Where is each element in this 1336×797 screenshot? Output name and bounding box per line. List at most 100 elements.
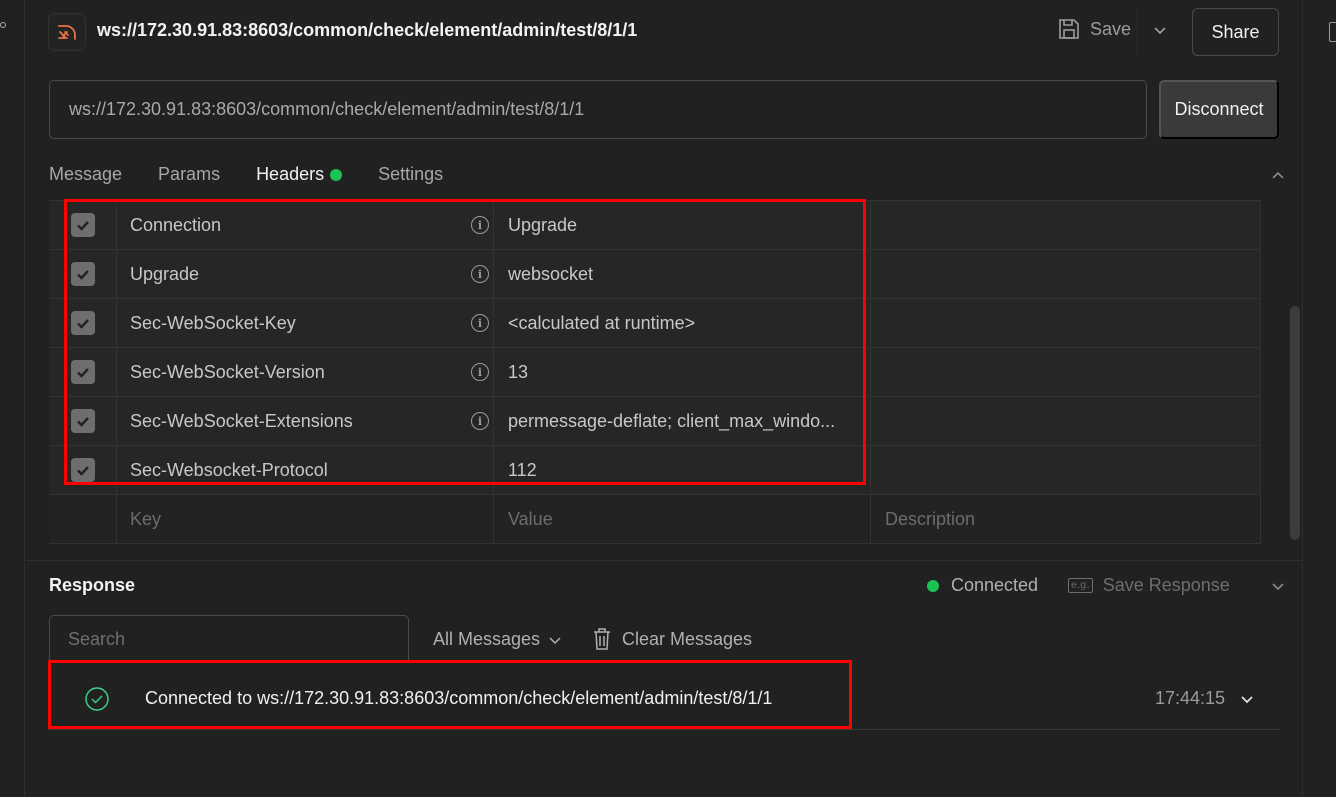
checkbox-cell: [49, 348, 117, 396]
header-checkbox[interactable]: [70, 458, 95, 482]
checkbox-cell: [49, 250, 117, 298]
header-description-cell[interactable]: [871, 446, 1261, 494]
header-value: permessage-deflate; client_max_windo...: [508, 410, 836, 431]
header-key-cell[interactable]: Sec-WebSocket-Key i: [117, 299, 494, 347]
info-icon[interactable]: i: [471, 265, 489, 283]
header-value: websocket: [508, 263, 594, 284]
save-button[interactable]: Save: [1058, 18, 1131, 40]
documentation-icon[interactable]: [1329, 22, 1336, 42]
response-chevron-down-icon[interactable]: [1270, 578, 1286, 599]
header-value: 112: [508, 459, 537, 480]
response-divider[interactable]: [26, 560, 1302, 561]
info-icon[interactable]: i: [471, 216, 489, 234]
response-title: Response: [49, 575, 136, 595]
search-input[interactable]: Search: [49, 615, 409, 663]
tab-headers[interactable]: Headers: [256, 164, 343, 185]
search-placeholder: Search: [68, 629, 126, 649]
header-value-cell[interactable]: 13: [494, 348, 871, 396]
expand-chevron-down-icon[interactable]: [1239, 691, 1255, 712]
header-key-cell[interactable]: Sec-WebSocket-Version i: [117, 348, 494, 396]
header-value-cell[interactable]: permessage-deflate; client_max_windo...: [494, 397, 871, 445]
header-key-cell[interactable]: Upgrade i: [117, 250, 494, 298]
header-key: Sec-Websocket-Protocol: [130, 459, 328, 480]
save-response-label: Save Response: [1102, 575, 1230, 595]
websocket-request-icon: [48, 13, 86, 51]
header-key-cell[interactable]: Sec-WebSocket-Extensions i: [117, 397, 494, 445]
header-checkbox[interactable]: [70, 409, 95, 433]
checkmark-icon: [76, 368, 89, 378]
success-check-icon: [85, 687, 109, 716]
headers-table: Connection i Upgrade Upgrade i websocket Sec-W…: [49, 200, 1261, 544]
message-time: 17:44:15: [1155, 688, 1226, 708]
message-text: Connected to ws://172.30.91.83:8603/comm…: [145, 688, 773, 708]
checkmark-icon: [76, 319, 89, 329]
url-input[interactable]: ws://172.30.91.83:8603/common/check/elem…: [49, 80, 1147, 139]
header-key: Sec-WebSocket-Key: [130, 312, 296, 333]
header-description-cell[interactable]: [871, 348, 1261, 396]
connected-dot-icon: [927, 579, 939, 592]
checkbox-cell: [49, 299, 117, 347]
header-value: Upgrade: [508, 214, 578, 235]
clear-messages-button[interactable]: Clear Messages: [592, 627, 752, 651]
new-header-row: Key Value Description: [49, 495, 1261, 544]
tab-settings[interactable]: Settings: [378, 164, 443, 185]
header-description-cell[interactable]: [871, 397, 1261, 445]
header-value: <calculated at runtime>: [508, 312, 696, 333]
header-value-cell[interactable]: 112: [494, 446, 871, 494]
description-input[interactable]: Description: [871, 495, 1261, 543]
info-icon[interactable]: i: [471, 314, 489, 332]
header-key: Sec-WebSocket-Extensions: [130, 410, 353, 431]
message-row[interactable]: Connected to ws://172.30.91.83:8603/comm…: [49, 664, 1279, 730]
right-sidebar: [1302, 0, 1336, 797]
status-label: Connected: [951, 575, 1039, 595]
header-checkbox[interactable]: [70, 262, 95, 286]
header-value-cell[interactable]: websocket: [494, 250, 871, 298]
checkbox-cell: [49, 446, 117, 494]
collapse-chevron-up-icon[interactable]: [1270, 168, 1286, 189]
key-placeholder: Key: [130, 508, 162, 529]
trash-icon: [594, 628, 610, 650]
header-checkbox[interactable]: [70, 311, 95, 335]
key-input[interactable]: Key: [117, 495, 494, 543]
share-button[interactable]: Share: [1192, 8, 1279, 56]
example-icon: e.g.: [1068, 578, 1093, 593]
header-key: Upgrade: [130, 263, 200, 284]
header-description-cell[interactable]: [871, 250, 1261, 298]
header-value: 13: [508, 361, 529, 382]
header-row: Sec-WebSocket-Version i 13: [49, 348, 1261, 397]
header-row: Connection i Upgrade: [49, 201, 1261, 250]
header-checkbox[interactable]: [70, 360, 95, 384]
header-key: Sec-WebSocket-Version: [130, 361, 325, 382]
save-icon: [1059, 19, 1079, 39]
left-sidebar: [0, 0, 25, 797]
checkbox-cell: [49, 495, 117, 543]
checkmark-icon: [76, 417, 89, 427]
disconnect-button[interactable]: Disconnect: [1159, 80, 1279, 139]
info-icon[interactable]: i: [471, 363, 489, 381]
tab-message[interactable]: Message: [49, 164, 122, 185]
header-row: Sec-Websocket-Protocol 112: [49, 446, 1261, 495]
request-tabs: Message Params Headers Settings: [49, 164, 443, 185]
header-row: Sec-WebSocket-Extensions i permessage-defl…: [49, 397, 1261, 446]
header-value-cell[interactable]: Upgrade: [494, 201, 871, 249]
value-input[interactable]: Value: [494, 495, 871, 543]
chevron-down-icon: [549, 636, 561, 644]
connection-status: Connected: [927, 575, 1038, 596]
info-icon[interactable]: i: [471, 412, 489, 430]
sidebar-icon[interactable]: [0, 22, 6, 28]
message-filter-dropdown[interactable]: All Messages: [433, 629, 562, 650]
header-description-cell[interactable]: [871, 201, 1261, 249]
headers-scrollbar[interactable]: [1290, 306, 1300, 540]
header-value-cell[interactable]: <calculated at runtime>: [494, 299, 871, 347]
save-response-button[interactable]: e.g. Save Response: [1068, 575, 1230, 596]
header-checkbox[interactable]: [70, 213, 95, 237]
header-row: Upgrade i websocket: [49, 250, 1261, 299]
save-options-chevron-down-icon[interactable]: [1152, 22, 1168, 43]
header-description-cell[interactable]: [871, 299, 1261, 347]
header-key-cell[interactable]: Connection i: [117, 201, 494, 249]
value-placeholder: Value: [508, 508, 553, 529]
checkbox-cell: [49, 397, 117, 445]
tab-headers-label: Headers: [256, 164, 325, 184]
header-key-cell[interactable]: Sec-Websocket-Protocol: [117, 446, 494, 494]
tab-params[interactable]: Params: [158, 164, 220, 185]
